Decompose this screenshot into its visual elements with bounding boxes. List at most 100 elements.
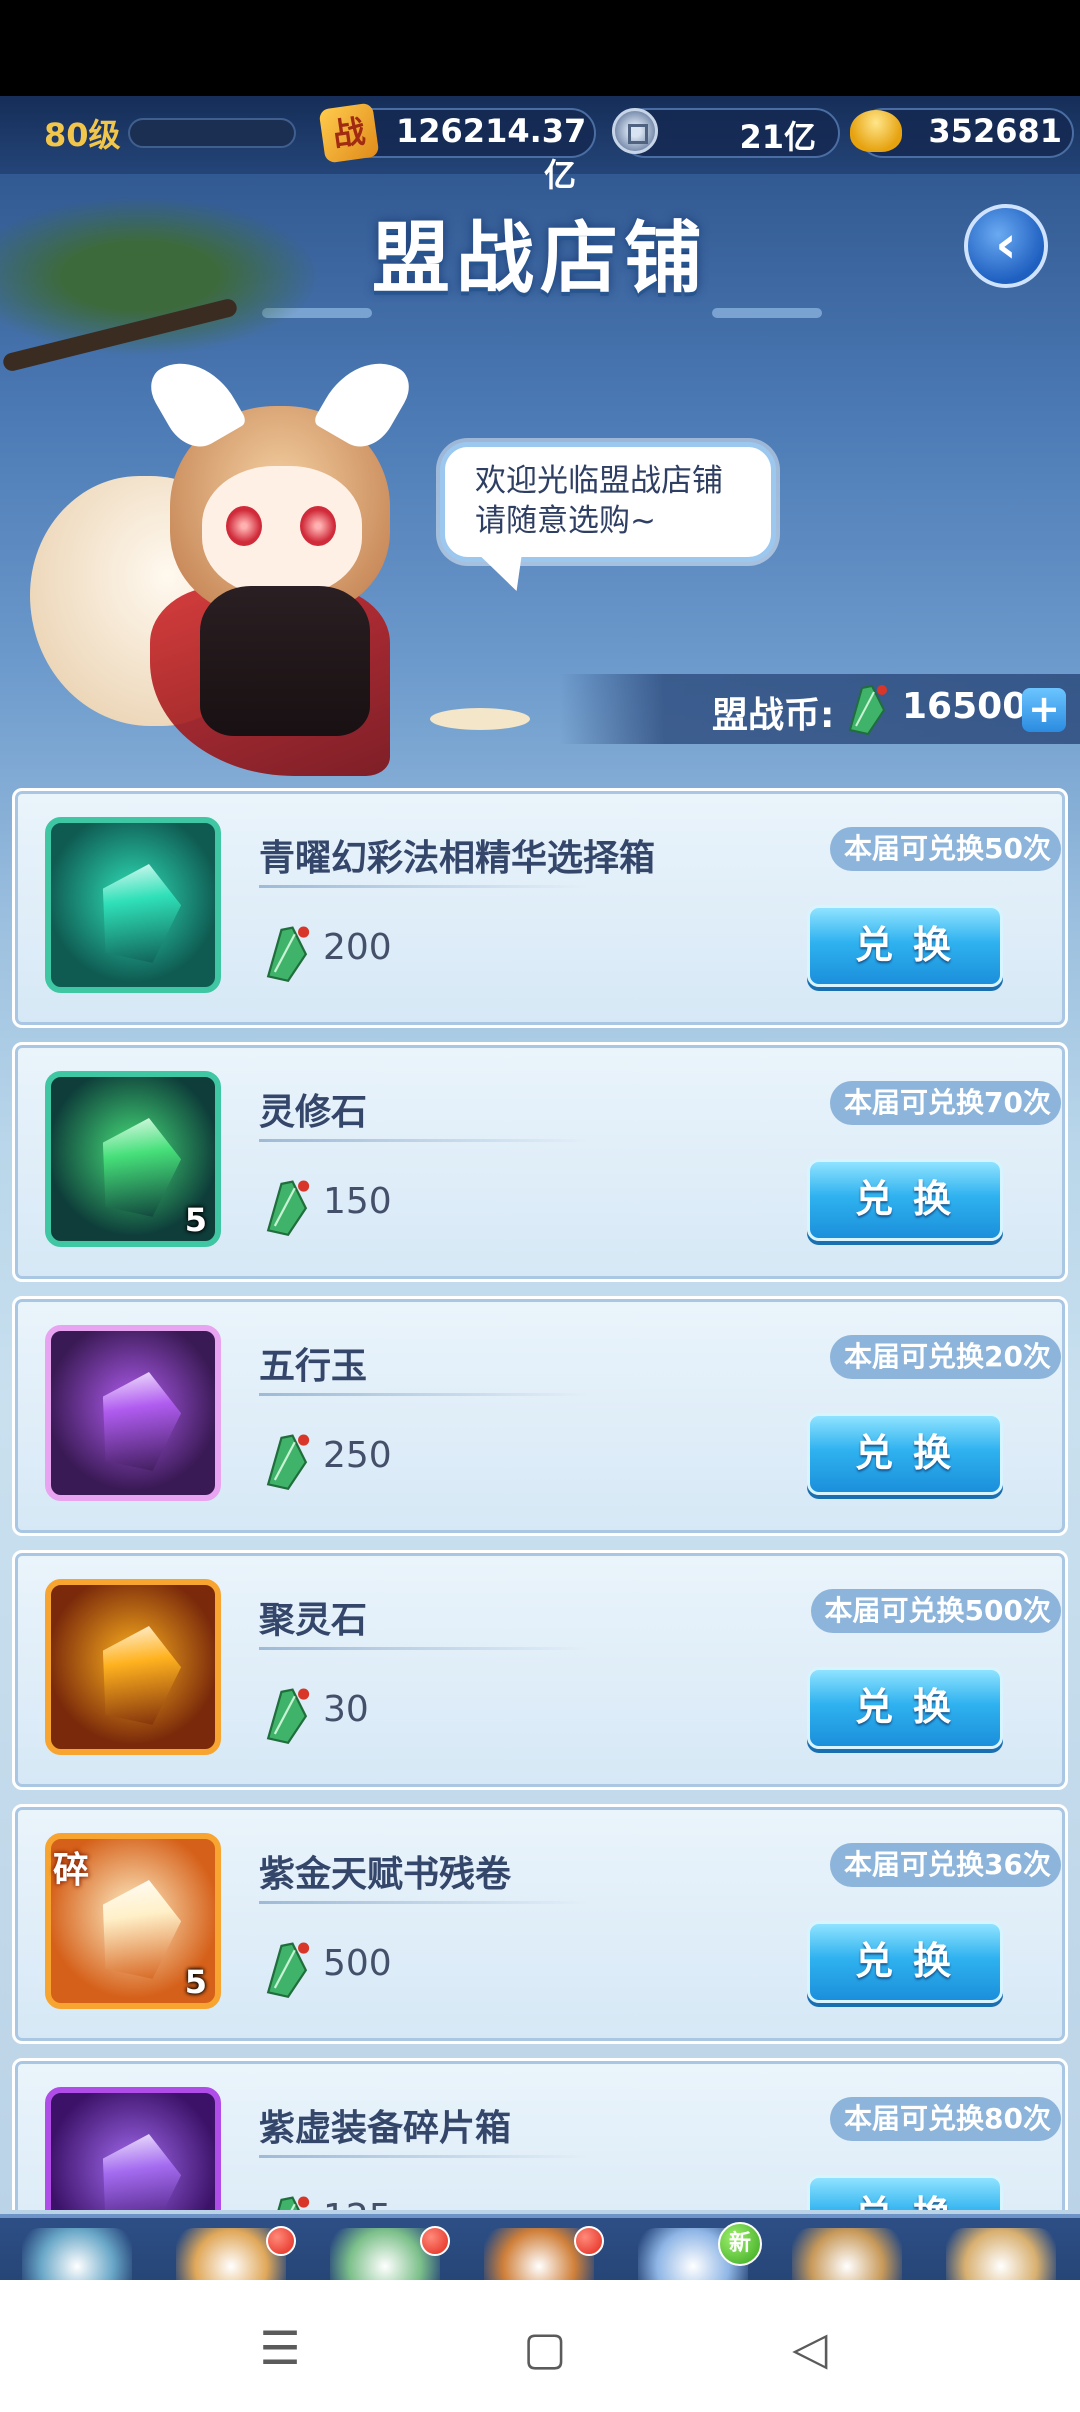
item-price: 500 (323, 1943, 392, 1984)
feather-token-icon (266, 926, 310, 983)
notification-dot (574, 2226, 604, 2256)
home-button[interactable]: ▢ (515, 2318, 575, 2378)
back-nav-button[interactable]: ◁ (780, 2318, 840, 2378)
feather-token-icon (266, 1942, 310, 1999)
exchange-button[interactable]: 兑换 (807, 1667, 1003, 1749)
shop-item-card: 5 灵修石 150 本届可兑换70次 兑换 (12, 1042, 1068, 1282)
item-count: 5 (184, 1963, 207, 2001)
shop-item-card: 聚灵石 30 本届可兑换500次 兑换 (12, 1550, 1068, 1790)
exchange-button[interactable]: 兑换 (807, 1413, 1003, 1495)
backpack-icon (792, 2228, 902, 2280)
item-price: 30 (323, 1689, 369, 1730)
nav-item[interactable]: 寻仙 (924, 2218, 1078, 2280)
home-island-icon (22, 2228, 132, 2280)
name-divider (259, 885, 589, 888)
item-name: 灵修石 (259, 1092, 368, 1133)
silver-coin-icon (612, 108, 658, 154)
exchange-button[interactable]: 兑换 (807, 905, 1003, 987)
item-price: 250 (323, 1435, 392, 1476)
item-thumbnail[interactable]: 5 (45, 1071, 221, 1247)
item-name: 紫虚装备碎片箱 (259, 2108, 512, 2149)
item-art-icon (90, 1364, 188, 1475)
nav-item[interactable]: 阵容 (154, 2218, 308, 2280)
combat-power-value: 126214.37亿 (396, 112, 587, 194)
exp-bar (128, 118, 296, 148)
screen: 80级 战 126214.37亿 21亿 352681 盟战店铺 ‹ 欢迎光临盟… (0, 0, 1080, 2412)
name-divider (259, 1393, 589, 1396)
item-count: 5 (184, 1201, 207, 1239)
exchange-button[interactable]: 兑换 (807, 2175, 1003, 2210)
item-art-icon (90, 1110, 188, 1221)
item-price: 200 (323, 927, 392, 968)
status-bar (0, 0, 1080, 96)
item-price: 150 (323, 1181, 392, 1222)
item-thumbnail[interactable] (45, 2087, 221, 2210)
shop-item-list[interactable]: 青曜幻彩法相精华选择箱 200 本届可兑换50次 兑换 5 灵修石 150 本届… (12, 788, 1068, 2210)
shop-item-card: 五行玉 250 本届可兑换20次 兑换 (12, 1296, 1068, 1536)
feather-token-icon (266, 1688, 310, 1745)
item-thumbnail[interactable]: 碎 5 (45, 1833, 221, 2009)
item-art-icon (90, 1618, 188, 1729)
item-name: 紫金天赋书残卷 (259, 1854, 512, 1895)
add-currency-button[interactable]: + (1022, 688, 1066, 732)
item-thumbnail[interactable] (45, 1325, 221, 1501)
shop-item-card: 青曜幻彩法相精华选择箱 200 本届可兑换50次 兑换 (12, 788, 1068, 1028)
feather-token-icon (266, 1180, 310, 1237)
npc-eye-left (226, 506, 262, 546)
fragment-tag: 碎 (53, 1850, 90, 1891)
scroll-quest-icon (946, 2228, 1056, 2280)
npc-speech-bubble: 欢迎光临盟战店铺 请随意选购~ (440, 442, 776, 562)
exchange-limit-badge: 本届可兑换500次 (810, 1589, 1061, 1633)
npc-eye-right (300, 506, 336, 546)
name-divider (259, 1139, 589, 1142)
shop-item-card: 紫虚装备碎片箱 125 本届可兑换80次 兑换 (12, 2058, 1068, 2210)
bottom-navigation: 首页 阵容 历练 副本 新 斗法 背包 寻仙 (0, 2214, 1080, 2280)
nav-item[interactable]: 背包 (770, 2218, 924, 2280)
lotus-lamp-decoration (430, 708, 530, 730)
item-art-icon (90, 1872, 188, 1983)
nav-item[interactable]: 历练 (308, 2218, 462, 2280)
combat-power-icon: 战 (318, 102, 380, 164)
feather-token-icon (277, 2196, 310, 2210)
exchange-limit-badge: 本届可兑换80次 (830, 2097, 1061, 2141)
bubble-line-1: 欢迎光临盟战店铺 (475, 463, 723, 499)
nav-item[interactable]: 新 斗法 (616, 2218, 770, 2280)
exchange-limit-badge: 本届可兑换36次 (830, 1843, 1061, 1887)
back-arrow-icon: ‹ (995, 215, 1017, 275)
npc-body (200, 586, 370, 736)
currency-value: 16500 (902, 686, 1028, 727)
nav-item[interactable]: 首页 (0, 2218, 154, 2280)
nav-item[interactable]: 副本 (462, 2218, 616, 2280)
player-level: 80级 (44, 116, 121, 154)
shop-item-card: 碎 5 紫金天赋书残卷 500 本届可兑换36次 兑换 (12, 1804, 1068, 2044)
gold-ingot-icon (850, 110, 902, 152)
name-divider (259, 2155, 589, 2158)
gold-value: 352681 (928, 112, 1062, 150)
name-divider (259, 1901, 589, 1904)
feather-token-icon (848, 684, 887, 736)
notification-dot (420, 2226, 450, 2256)
new-badge: 新 (718, 2222, 762, 2266)
bubble-line-2: 请随意选购~ (475, 503, 656, 539)
item-thumbnail[interactable] (45, 1579, 221, 1755)
fox-girl-npc (30, 344, 500, 776)
recent-apps-button[interactable]: ☰ (250, 2318, 310, 2378)
back-button[interactable]: ‹ (964, 204, 1048, 288)
item-price: 125 (323, 2197, 392, 2210)
item-art-icon (90, 856, 188, 967)
item-name: 聚灵石 (259, 1600, 368, 1641)
system-navigation-bar: ☰ ▢ ◁ (0, 2280, 1080, 2412)
resource-bar: 80级 战 126214.37亿 21亿 352681 (0, 96, 1080, 194)
exchange-button[interactable]: 兑换 (807, 1921, 1003, 2003)
exchange-limit-badge: 本届可兑换70次 (830, 1081, 1061, 1125)
item-name: 青曜幻彩法相精华选择箱 (259, 838, 656, 879)
exchange-button[interactable]: 兑换 (807, 1159, 1003, 1241)
exchange-limit-badge: 本届可兑换50次 (830, 827, 1061, 871)
exchange-limit-badge: 本届可兑换20次 (830, 1335, 1061, 1379)
silver-value: 21亿 (739, 118, 816, 156)
notification-dot (266, 2226, 296, 2256)
name-divider (259, 1647, 589, 1650)
item-thumbnail[interactable] (45, 817, 221, 993)
title-deco-right (712, 308, 822, 318)
item-art-icon (90, 2126, 188, 2210)
